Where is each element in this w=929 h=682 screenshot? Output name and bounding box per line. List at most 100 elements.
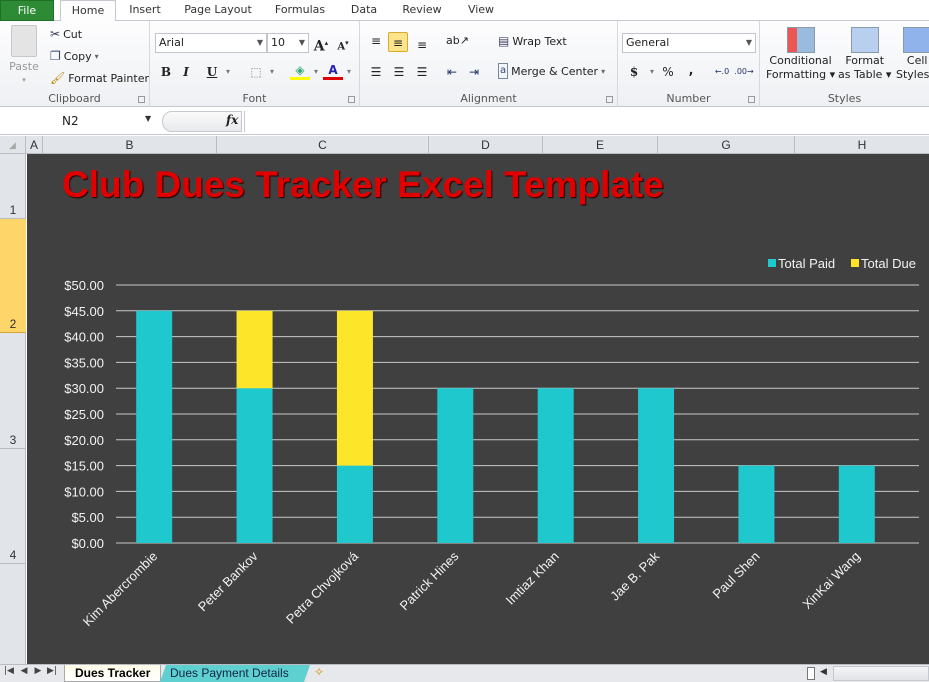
column-header-c[interactable]: C [217, 136, 429, 154]
clipboard-dialog-launcher[interactable] [138, 96, 145, 103]
column-header-h[interactable]: H [795, 136, 929, 154]
tab-home[interactable]: Home [60, 0, 116, 22]
chevron-down-icon[interactable]: ▼ [145, 114, 151, 123]
chevron-down-icon[interactable]: ▾ [262, 62, 282, 82]
tab-review[interactable]: Review [394, 0, 450, 21]
row-header-2[interactable]: 2 [0, 219, 26, 333]
sheet-tab-dues-tracker[interactable]: Dues Tracker [64, 665, 162, 682]
select-all-button[interactable]: ◢ [0, 136, 26, 154]
insert-sheet-icon[interactable]: ✧ [314, 665, 324, 679]
column-headers: ◢ A B C D E G H [0, 136, 929, 154]
orientation-icon[interactable]: ab↗ [446, 31, 469, 51]
percent-button[interactable]: % [658, 62, 678, 82]
wrap-text-button[interactable]: ▤ Wrap Text [498, 34, 567, 48]
x-tick-label: Kim Abercrombie [80, 549, 161, 630]
column-header-d[interactable]: D [429, 136, 543, 154]
align-bottom-icon[interactable]: ≡ [412, 35, 432, 55]
tab-page-layout[interactable]: Page Layout [178, 0, 258, 21]
chart-legend: Total Paid Total Due [768, 256, 916, 271]
bar-total-paid [136, 310, 173, 543]
column-header-a[interactable]: A [26, 136, 43, 154]
decrease-decimal-icon[interactable]: .00→ [734, 62, 754, 82]
cell-styles-button[interactable]: Cell Styles ▾ [896, 27, 929, 81]
format-painter-button[interactable]: 🖌 Format Painter [50, 71, 149, 85]
format-as-table-button[interactable]: Format as Table ▾ [838, 27, 891, 81]
font-size-combo[interactable]: 10 ▼ [267, 33, 309, 53]
next-sheet-icon[interactable]: ▶ [32, 666, 44, 676]
tab-insert[interactable]: Insert [122, 0, 168, 21]
italic-button[interactable]: I [176, 62, 196, 82]
decrease-indent-icon[interactable]: ⇤ [442, 62, 462, 82]
clipboard-group: Paste ▾ ✂ Cut ❐ Copy ▾ 🖌 Format Painter … [0, 21, 150, 107]
font-group-label: Font [242, 92, 267, 105]
scroll-left-icon[interactable]: ◀ [820, 667, 827, 677]
bar-total-paid [537, 388, 574, 543]
formula-input[interactable] [244, 111, 929, 132]
number-dialog-launcher[interactable] [748, 96, 755, 103]
cut-button[interactable]: ✂ Cut [50, 27, 82, 41]
increase-indent-icon[interactable]: ⇥ [464, 62, 484, 82]
x-axis-labels: Kim Abercrombie Peter Bankov Petra Chvojko… [80, 548, 863, 629]
tab-split-handle[interactable] [807, 667, 815, 680]
grow-font-icon[interactable]: A▴ [311, 33, 331, 55]
chevron-down-icon: ▾ [22, 76, 26, 84]
font-dialog-launcher[interactable] [348, 96, 355, 103]
sheet-tab-dues-payment-details[interactable]: Dues Payment Details [160, 665, 310, 682]
alignment-dialog-launcher[interactable] [606, 96, 613, 103]
cell-styles-icon [903, 27, 929, 53]
align-left-icon[interactable]: ☰ [366, 62, 386, 82]
copy-button[interactable]: ❐ Copy ▾ [50, 49, 99, 63]
currency-button[interactable]: $ [624, 62, 644, 82]
bar-total-paid [437, 388, 474, 543]
tab-view[interactable]: View [458, 0, 504, 21]
clipboard-icon [11, 25, 37, 57]
bold-button[interactable]: B [156, 62, 176, 82]
y-tick-label: $20.00 [64, 433, 104, 448]
column-header-b[interactable]: B [43, 136, 217, 154]
shrink-font-icon[interactable]: A▾ [333, 33, 353, 53]
chevron-down-icon[interactable]: ▾ [339, 62, 359, 82]
align-center-icon[interactable]: ☰ [389, 62, 409, 82]
conditional-formatting-button[interactable]: Conditional Formatting ▾ [766, 27, 835, 81]
row-header-4[interactable]: 4 [0, 449, 26, 564]
scissors-icon: ✂ [50, 27, 61, 41]
legend-swatch [851, 259, 859, 267]
styles-group-label: Styles [827, 92, 862, 105]
first-sheet-icon[interactable]: |◀ [3, 666, 15, 676]
number-format-combo[interactable]: General ▼ [622, 33, 756, 53]
increase-decimal-icon[interactable]: ←.0 [712, 62, 732, 82]
legend-swatch [768, 259, 776, 267]
font-name-combo[interactable]: Arial ▼ [155, 33, 267, 53]
x-tick-label: Paul Shen [710, 549, 763, 602]
styles-group: Conditional Formatting ▾ Format as Table… [760, 21, 929, 107]
y-tick-label: $35.00 [64, 355, 104, 370]
prev-sheet-icon[interactable]: ◀ [18, 666, 30, 676]
align-right-icon[interactable]: ☰ [412, 62, 432, 82]
copy-icon: ❐ [50, 49, 61, 63]
paste-button[interactable]: Paste ▾ [6, 25, 42, 84]
merge-center-button[interactable]: a Merge & Center ▾ [498, 63, 605, 79]
last-sheet-icon[interactable]: ▶| [46, 666, 58, 676]
chevron-down-icon: ▼ [256, 38, 263, 47]
y-tick-label: $0.00 [71, 536, 104, 551]
name-box[interactable]: N2 [0, 111, 158, 132]
tab-file[interactable]: File [0, 0, 54, 21]
alignment-group: ≡ ≡ ≡ ab↗ ☰ ☰ ☰ ⇤ ⇥ ▤ Wrap Text a Merge … [360, 21, 618, 107]
x-tick-label: Peter Bankov [195, 548, 261, 614]
insert-function-button[interactable]: fx [226, 113, 238, 127]
chevron-down-icon[interactable]: ▾ [218, 62, 238, 82]
dues-chart[interactable]: $0.00 $5.00 $10.00 $15.00 $20.00 $25.00 $30.00… [27, 154, 929, 664]
tab-formulas[interactable]: Formulas [268, 0, 332, 21]
chevron-down-icon: ▼ [298, 38, 305, 47]
align-top-icon[interactable]: ≡ [366, 31, 386, 51]
column-header-g[interactable]: G [658, 136, 795, 154]
x-tick-label: Patrick Hines [397, 548, 462, 613]
column-header-e[interactable]: E [543, 136, 658, 154]
tab-data[interactable]: Data [342, 0, 386, 21]
row-header-1[interactable]: 1 [0, 154, 26, 219]
comma-button[interactable]: , [681, 60, 701, 80]
horizontal-scrollbar[interactable] [833, 666, 929, 681]
row-header-3[interactable]: 3 [0, 333, 26, 449]
align-middle-icon[interactable]: ≡ [388, 32, 408, 52]
worksheet-area[interactable]: Club Dues Tracker Excel Template $0.00 $5… [27, 154, 929, 664]
